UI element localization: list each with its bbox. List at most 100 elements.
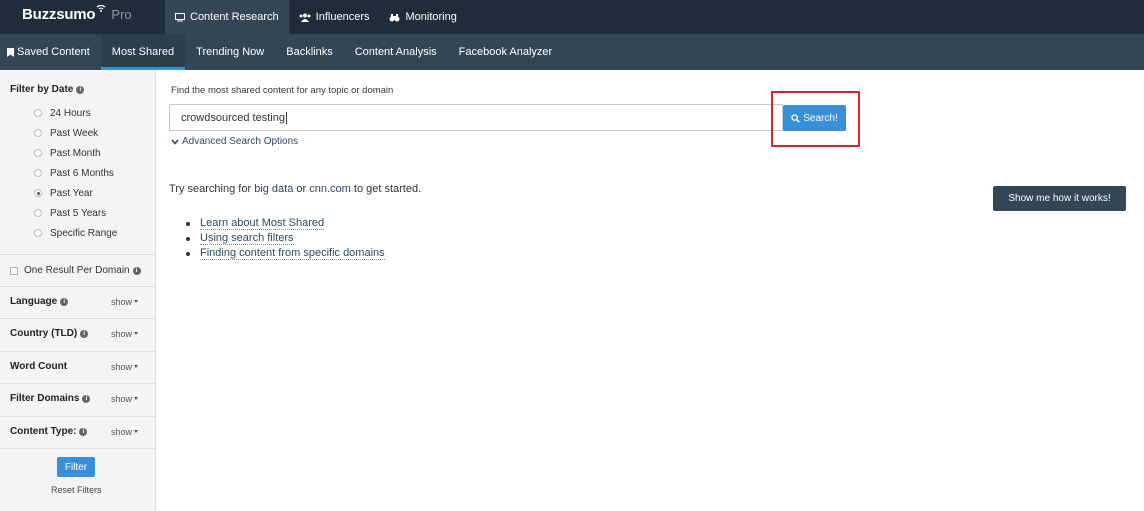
logo-name: Buzzsumo (22, 6, 96, 23)
radio-button[interactable] (34, 129, 42, 137)
filter-sidebar: Filter by Date i 24 Hours Past Week Past… (0, 70, 156, 511)
radio-label: Past 6 Months (50, 167, 114, 179)
search-button[interactable]: Search! (783, 105, 846, 131)
show-toggle[interactable]: show (111, 297, 138, 307)
try-suffix: to get started. (353, 183, 422, 195)
info-icon[interactable]: i (60, 297, 69, 306)
divider (0, 318, 155, 319)
filter-label: Word Count (10, 361, 68, 372)
divider (0, 286, 155, 287)
radio-label: Past Week (50, 127, 99, 139)
show-label: show (110, 361, 132, 372)
advanced-search-toggle[interactable]: Advanced Search Options (171, 136, 298, 147)
info-icon[interactable]: i (76, 85, 85, 94)
try-link-cnn[interactable]: cnn.com (309, 183, 351, 195)
filter-by-date-label: Filter by Date (10, 84, 74, 95)
radio-button-checked[interactable] (34, 189, 42, 197)
filter-country-title: Country (TLD) i (10, 328, 89, 339)
sub-navbar: Saved Content Most Shared Trending Now B… (0, 34, 1144, 70)
subnav-saved-content[interactable]: Saved Content (0, 34, 101, 70)
info-icon[interactable]: i (132, 266, 141, 275)
subnav-label: Backlinks (286, 46, 333, 58)
list-item: Finding content from specific domains (186, 246, 385, 261)
advanced-search-label: Advanced Search Options (182, 136, 299, 147)
date-option-past-year[interactable]: Past Year (34, 183, 117, 203)
caret-down-icon (134, 397, 138, 400)
info-icon[interactable]: i (79, 427, 88, 436)
filter-language: Language i show (10, 296, 138, 307)
help-link-specific-domains[interactable]: Finding content from specific domains (200, 247, 385, 260)
radio-label: Past 5 Years (50, 207, 107, 219)
bullet (186, 221, 190, 226)
one-result-label: One Result Per Domain (24, 265, 130, 276)
try-searching-text: Try searching for big data or cnn.com to… (169, 183, 421, 195)
date-option-past-5-years[interactable]: Past 5 Years (34, 203, 117, 223)
show-label: show (110, 328, 132, 339)
try-or: or (296, 183, 307, 195)
date-option-past-week[interactable]: Past Week (34, 123, 117, 143)
one-result-per-domain[interactable]: One Result Per Domain i (10, 265, 141, 276)
date-option-specific-range[interactable]: Specific Range (34, 223, 117, 243)
show-toggle[interactable]: show (111, 427, 138, 437)
list-item: Using search filters (186, 231, 385, 246)
subnav-facebook-analyzer[interactable]: Facebook Analyzer (448, 34, 564, 70)
info-icon[interactable]: i (80, 329, 89, 338)
filter-domains: Filter Domains i show (10, 393, 138, 404)
divider (0, 383, 155, 384)
filter-by-date-title: Filter by Date i (10, 84, 85, 95)
topnav-label: Influencers (315, 11, 370, 23)
try-link-big-data[interactable]: big data (254, 183, 293, 195)
subnav-trending-now[interactable]: Trending Now (185, 34, 275, 70)
subnav-most-shared[interactable]: Most Shared (100, 34, 186, 70)
filter-content-type: Content Type: i show (10, 426, 138, 437)
caret-down-icon (134, 332, 138, 335)
info-icon[interactable]: i (82, 394, 91, 403)
topnav-monitoring[interactable]: Monitoring (379, 0, 466, 34)
subnav-label: Trending Now (196, 46, 265, 58)
filter-word-count-title: Word Count (10, 361, 67, 372)
radio-button[interactable] (34, 229, 42, 237)
date-option-past-6-months[interactable]: Past 6 Months (34, 163, 117, 183)
show-label: show (110, 296, 132, 307)
filter-label: Country (TLD) (10, 328, 78, 339)
reset-filters-link[interactable]: Reset Filters (51, 485, 102, 495)
help-links-list: Learn about Most Shared Using search fil… (186, 216, 385, 261)
buzzsumo-logo[interactable]: Buzzsumo Pro (22, 4, 132, 28)
help-link-most-shared[interactable]: Learn about Most Shared (200, 217, 325, 230)
chevron-down-icon (171, 138, 179, 145)
subnav-content-analysis[interactable]: Content Analysis (344, 34, 448, 70)
show-toggle[interactable]: show (111, 329, 138, 339)
subnav-backlinks[interactable]: Backlinks (275, 34, 343, 70)
filter-button[interactable]: Filter (57, 457, 95, 477)
show-toggle[interactable]: show (111, 394, 138, 404)
radio-button[interactable] (34, 209, 42, 217)
divider (0, 351, 155, 352)
search-button-label: Search! (803, 112, 838, 124)
show-me-how-button[interactable]: Show me how it works! (993, 186, 1126, 211)
search-icon (791, 113, 801, 123)
caret-down-icon (134, 430, 138, 433)
date-option-24-hours[interactable]: 24 Hours (34, 103, 117, 123)
topnav-content-research[interactable]: Content Research (165, 0, 289, 34)
show-label: show (110, 426, 132, 437)
radio-label: Specific Range (50, 227, 118, 239)
show-toggle[interactable]: show (111, 362, 138, 372)
search-input-value: crowdsourced testing (181, 111, 285, 124)
filter-country: Country (TLD) i show (10, 328, 138, 339)
bullet (186, 236, 190, 241)
divider (0, 416, 155, 417)
users-icon (299, 13, 311, 22)
topnav-influencers[interactable]: Influencers (289, 0, 380, 34)
divider (0, 448, 155, 449)
filter-word-count: Word Count show (10, 361, 138, 372)
radio-button[interactable] (34, 169, 42, 177)
date-option-past-month[interactable]: Past Month (34, 143, 117, 163)
filter-label: Filter Domains (10, 393, 80, 404)
help-link-search-filters[interactable]: Using search filters (200, 232, 294, 245)
monitor-icon (175, 12, 185, 21)
one-result-checkbox[interactable] (10, 266, 18, 275)
radio-button[interactable] (34, 109, 42, 117)
subnav-label: Content Analysis (354, 46, 437, 58)
search-input[interactable]: crowdsourced testing (169, 104, 783, 131)
radio-button[interactable] (34, 149, 42, 157)
